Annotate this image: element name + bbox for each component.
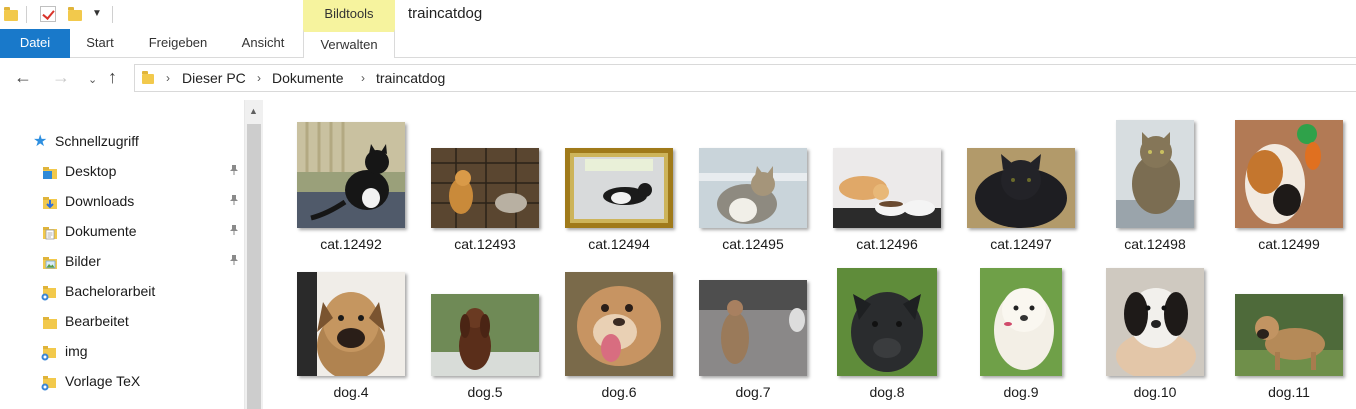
image-thumbnail — [837, 268, 937, 376]
recent-locations-button[interactable]: ⌄ — [88, 70, 97, 90]
pictures-folder-icon — [42, 255, 58, 274]
image-thumbnail — [297, 272, 405, 376]
breadcrumb-traincatdog[interactable]: traincatdog — [376, 70, 445, 86]
scroll-up-icon[interactable]: ▲ — [249, 106, 258, 116]
image-thumbnail — [699, 148, 807, 228]
file-view: cat.12492 cat.12493 cat.12494 cat.12495 … — [264, 100, 1356, 409]
file-item-cat-12496[interactable]: cat.12496 — [800, 114, 941, 264]
folder-icon — [42, 315, 58, 334]
image-thumbnail — [565, 148, 673, 228]
breadcrumb-separator[interactable]: › — [257, 71, 261, 85]
sidebar-item-dokumente[interactable]: Dokumente — [0, 218, 244, 246]
window-title: traincatdog — [408, 5, 483, 22]
star-icon: ★ — [33, 133, 48, 150]
downloads-folder-icon — [42, 195, 58, 214]
file-item-dog-7[interactable]: dog.7 — [666, 260, 807, 409]
context-tab-header: Bildtools — [303, 0, 395, 29]
sidebar-item-label: Schnellzugriff — [55, 133, 139, 149]
documents-folder-icon — [42, 225, 58, 244]
image-thumbnail — [1235, 120, 1343, 228]
breadcrumb-dieser-pc[interactable]: Dieser PC — [182, 70, 246, 86]
tab-verwalten[interactable]: Verwalten — [303, 29, 395, 58]
image-thumbnail — [699, 280, 807, 376]
navigation-bar: ← → ⌄ ↑ › Dieser PC › Dokumente › trainc… — [0, 58, 1356, 98]
image-thumbnail — [1106, 268, 1204, 376]
file-item-cat-12495[interactable]: cat.12495 — [666, 114, 807, 264]
file-item-dog-5[interactable]: dog.5 — [398, 260, 539, 409]
back-button[interactable]: ← — [14, 67, 32, 87]
file-item-cat-12493[interactable]: cat.12493 — [398, 114, 539, 264]
image-thumbnail — [431, 294, 539, 376]
image-thumbnail — [565, 272, 673, 376]
tab-freigeben[interactable]: Freigeben — [130, 29, 226, 58]
file-item-dog-9[interactable]: dog.9 — [934, 260, 1068, 409]
ribbon-tabs: Datei Start Freigeben Ansicht Verwalten — [0, 29, 1356, 58]
image-thumbnail — [297, 122, 405, 228]
image-thumbnail — [967, 148, 1075, 228]
file-item-dog-10[interactable]: dog.10 — [1068, 260, 1204, 409]
sidebar-item-desktop[interactable]: Desktop — [0, 158, 244, 186]
breadcrumb-dokumente[interactable]: Dokumente — [272, 70, 344, 86]
pin-icon[interactable] — [228, 194, 240, 209]
file-item-cat-12499[interactable]: cat.12499 — [1202, 114, 1343, 264]
folder-icon[interactable] — [4, 7, 18, 21]
sidebar-item-bearbeitet[interactable]: Bearbeitet — [0, 308, 244, 336]
sidebar-item-bilder[interactable]: Bilder — [0, 248, 244, 276]
file-item-dog-8[interactable]: dog.8 — [800, 260, 937, 409]
network-folder-icon — [40, 375, 58, 394]
sidebar-item-label: Bearbeitet — [65, 313, 129, 329]
sidebar-item-label: Bachelorarbeit — [65, 283, 156, 299]
file-name: dog.11 — [1268, 384, 1310, 400]
navigation-pane: ★ Schnellzugriff Desktop Downloads Dokum… — [0, 100, 244, 409]
customize-quick-access-icon[interactable]: ▼ — [92, 8, 102, 19]
image-thumbnail — [1235, 294, 1343, 376]
file-item-dog-4[interactable]: dog.4 — [264, 260, 405, 409]
network-folder-icon — [40, 345, 58, 364]
sidebar-item-bachelorarbeit[interactable]: Bachelorarbeit — [0, 278, 244, 306]
sidebar-item-label: Bilder — [65, 253, 101, 269]
title-separator — [112, 6, 113, 23]
sidebar-item-label: img — [65, 343, 88, 359]
sidebar-item-img[interactable]: img — [0, 338, 244, 366]
sidebar-item-downloads[interactable]: Downloads — [0, 188, 244, 216]
sidebar-item-label: Downloads — [65, 193, 135, 209]
tab-ansicht[interactable]: Ansicht — [226, 29, 300, 58]
breadcrumb-separator[interactable]: › — [361, 71, 365, 85]
file-item-cat-12497[interactable]: cat.12497 — [934, 114, 1075, 264]
title-bar: ▼ Bildtools traincatdog — [0, 0, 1356, 29]
file-item-cat-12494[interactable]: cat.12494 — [532, 114, 673, 264]
sidebar-item-vorlage-tex[interactable]: Vorlage TeX — [0, 368, 244, 396]
image-thumbnail — [431, 148, 539, 228]
up-button[interactable]: ↑ — [108, 67, 117, 87]
sidebar-scrollbar[interactable]: ▲ — [244, 100, 263, 409]
sidebar-item-label: Vorlage TeX — [65, 373, 141, 389]
tab-start[interactable]: Start — [70, 29, 130, 58]
quick-access-separator — [26, 6, 27, 23]
desktop-folder-icon — [42, 165, 58, 184]
pin-icon[interactable] — [228, 254, 240, 269]
forward-button[interactable]: → — [52, 67, 70, 87]
sidebar-item-schnellzugriff[interactable]: ★ Schnellzugriff — [0, 128, 244, 156]
scrollbar-thumb[interactable] — [247, 124, 261, 409]
file-item-dog-11[interactable]: dog.11 — [1202, 260, 1343, 409]
file-item-dog-6[interactable]: dog.6 — [532, 260, 673, 409]
breadcrumb-separator[interactable]: › — [166, 71, 170, 85]
file-item-cat-12492[interactable]: cat.12492 — [264, 114, 405, 264]
new-folder-icon[interactable] — [68, 7, 82, 21]
address-bar[interactable]: › Dieser PC › Dokumente › traincatdog — [134, 64, 1356, 92]
tab-datei[interactable]: Datei — [0, 29, 70, 58]
image-thumbnail — [833, 148, 941, 228]
image-thumbnail — [1116, 120, 1194, 228]
sidebar-item-label: Desktop — [65, 163, 117, 179]
file-name: cat.12499 — [1258, 236, 1320, 252]
folder-icon — [142, 71, 154, 84]
pin-icon[interactable] — [228, 224, 240, 239]
file-item-cat-12498[interactable]: cat.12498 — [1068, 114, 1202, 264]
network-folder-icon — [40, 285, 58, 304]
image-thumbnail — [980, 268, 1062, 376]
sidebar-item-label: Dokumente — [65, 223, 137, 239]
properties-check-icon[interactable] — [40, 6, 56, 22]
pin-icon[interactable] — [228, 164, 240, 179]
